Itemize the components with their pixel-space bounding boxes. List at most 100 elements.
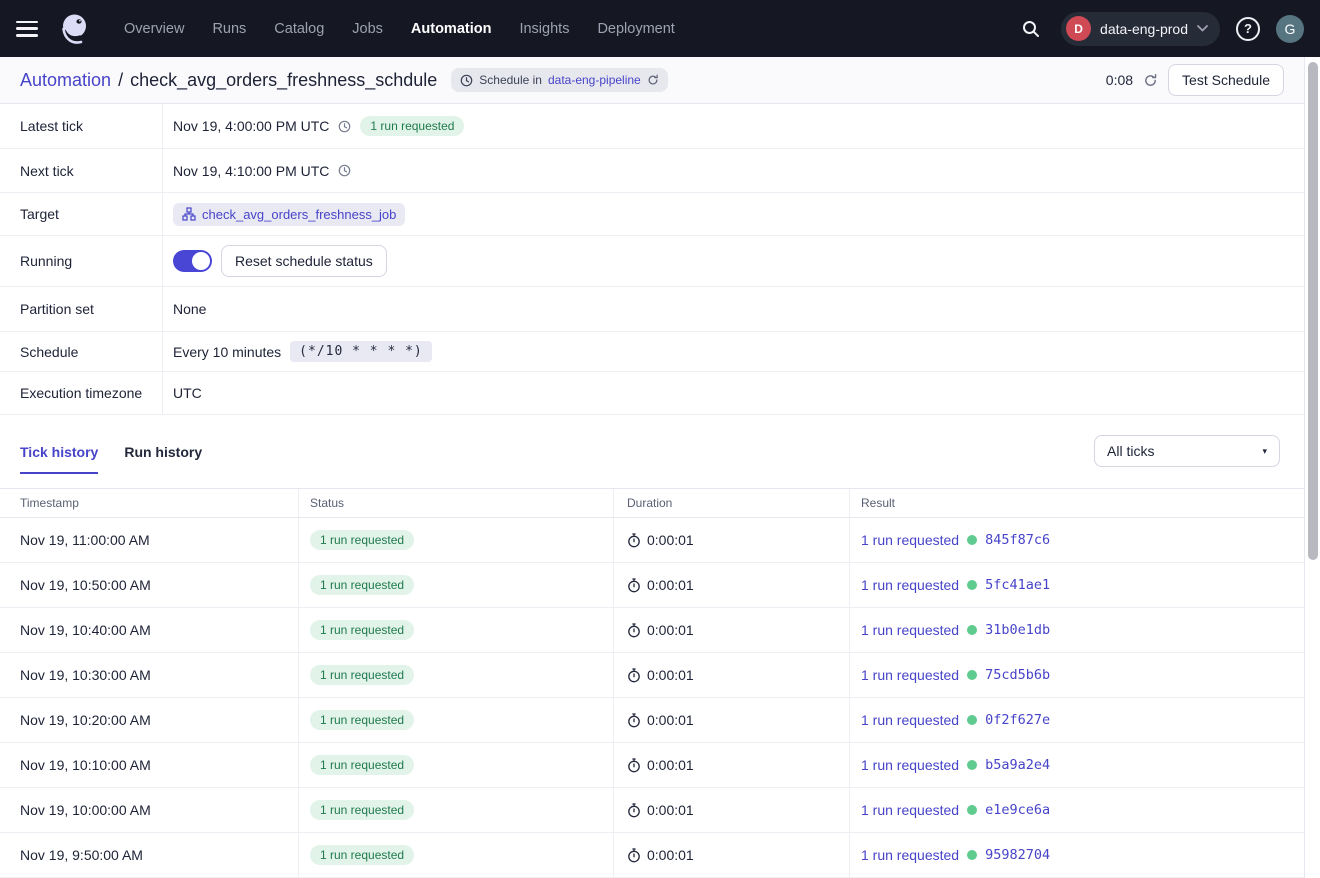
menu-icon[interactable] — [16, 21, 38, 37]
nav-item-deployment[interactable]: Deployment — [597, 21, 674, 37]
breadcrumb: Automation / check_avg_orders_freshness_… — [0, 57, 1304, 104]
run-id-link[interactable]: 95982704 — [985, 847, 1050, 863]
table-row: Nov 19, 9:50:00 AM 1 run requested 0:00:… — [0, 833, 1304, 878]
pipeline-link[interactable]: data-eng-pipeline — [548, 73, 641, 87]
run-id-link[interactable]: 0f2f627e — [985, 712, 1050, 728]
column-header-duration: Duration — [614, 489, 850, 517]
tick-timestamp: Nov 19, 9:50:00 AM — [0, 833, 299, 877]
table-row: Nov 19, 10:20:00 AM 1 run requested 0:00… — [0, 698, 1304, 743]
schedule-location-badge: Schedule in data-eng-pipeline — [451, 68, 667, 92]
search-icon[interactable] — [1017, 15, 1045, 43]
workspace-switcher[interactable]: D data-eng-prod — [1061, 12, 1220, 46]
tick-status-badge: 1 run requested — [310, 710, 414, 730]
workspace-initial-badge: D — [1066, 16, 1091, 41]
tick-history-table: Timestamp Status Duration Result Nov 19,… — [0, 488, 1304, 878]
tick-status-badge: 1 run requested — [310, 665, 414, 685]
stopwatch-icon — [627, 623, 641, 638]
tick-result-link[interactable]: 1 run requested — [861, 622, 959, 638]
nav-item-automation[interactable]: Automation — [411, 21, 492, 37]
header-actions: 0:08 Test Schedule — [1106, 64, 1284, 96]
tab-run-history[interactable]: Run history — [124, 444, 202, 474]
help-icon[interactable]: ? — [1236, 17, 1260, 41]
dagster-logo-icon[interactable] — [56, 10, 92, 48]
tick-duration: 0:00:01 — [647, 757, 694, 773]
schedule-details: Latest tick Nov 19, 4:00:00 PM UTC 1 run… — [0, 104, 1304, 415]
latest-tick-time: Nov 19, 4:00:00 PM UTC — [173, 118, 329, 134]
latest-tick-status-badge: 1 run requested — [360, 116, 464, 136]
tick-timestamp: Nov 19, 10:00:00 AM — [0, 788, 299, 832]
schedule-badge-prefix: Schedule in — [479, 73, 542, 87]
tick-timestamp: Nov 19, 10:50:00 AM — [0, 563, 299, 607]
detail-row-schedule: Schedule Every 10 minutes (*/10 * * * *) — [0, 332, 1304, 372]
run-status-dot — [967, 625, 977, 635]
tick-result-link[interactable]: 1 run requested — [861, 577, 959, 593]
run-id-link[interactable]: 75cd5b6b — [985, 667, 1050, 683]
run-status-dot — [967, 535, 977, 545]
tick-duration: 0:00:01 — [647, 802, 694, 818]
running-toggle[interactable] — [173, 250, 212, 272]
run-id-link[interactable]: 31b0e1db — [985, 622, 1050, 638]
nav-item-overview[interactable]: Overview — [124, 21, 184, 37]
tick-duration: 0:00:01 — [647, 532, 694, 548]
clock-icon — [338, 164, 351, 177]
nav-item-catalog[interactable]: Catalog — [274, 21, 324, 37]
avatar[interactable]: G — [1276, 15, 1304, 43]
run-status-dot — [967, 850, 977, 860]
tick-result-link[interactable]: 1 run requested — [861, 667, 959, 683]
table-row: Nov 19, 10:10:00 AM 1 run requested 0:00… — [0, 743, 1304, 788]
table-row: Nov 19, 10:40:00 AM 1 run requested 0:00… — [0, 608, 1304, 653]
tick-duration: 0:00:01 — [647, 847, 694, 863]
tick-status-badge: 1 run requested — [310, 845, 414, 865]
nav-items: Overview Runs Catalog Jobs Automation In… — [124, 21, 675, 37]
tick-status-badge: 1 run requested — [310, 800, 414, 820]
run-status-dot — [967, 670, 977, 680]
detail-label: Partition set — [0, 287, 163, 331]
nav-right-cluster: D data-eng-prod ? G — [1017, 12, 1304, 46]
tick-result-link[interactable]: 1 run requested — [861, 847, 959, 863]
run-id-link[interactable]: e1e9ce6a — [985, 802, 1050, 818]
column-header-result: Result — [850, 489, 1304, 517]
tick-status-badge: 1 run requested — [310, 575, 414, 595]
refresh-icon[interactable] — [1143, 73, 1158, 88]
detail-label: Running — [0, 236, 163, 286]
column-header-timestamp: Timestamp — [0, 489, 299, 517]
run-status-dot — [967, 580, 977, 590]
test-schedule-button[interactable]: Test Schedule — [1168, 64, 1284, 96]
stopwatch-icon — [627, 803, 641, 818]
cron-expression-badge: (*/10 * * * *) — [290, 341, 432, 362]
table-header: Timestamp Status Duration Result — [0, 489, 1304, 518]
run-id-link[interactable]: b5a9a2e4 — [985, 757, 1050, 773]
table-row: Nov 19, 10:30:00 AM 1 run requested 0:00… — [0, 653, 1304, 698]
detail-label: Execution timezone — [0, 372, 163, 414]
table-row: Nov 19, 11:00:00 AM 1 run requested 0:00… — [0, 518, 1304, 563]
schedule-description: Every 10 minutes — [173, 344, 281, 360]
nav-item-runs[interactable]: Runs — [212, 21, 246, 37]
page-content: Automation / check_avg_orders_freshness_… — [0, 57, 1305, 878]
run-status-dot — [967, 760, 977, 770]
tick-result-link[interactable]: 1 run requested — [861, 757, 959, 773]
tick-result-link[interactable]: 1 run requested — [861, 802, 959, 818]
run-id-link[interactable]: 5fc41ae1 — [985, 577, 1050, 593]
table-row: Nov 19, 10:00:00 AM 1 run requested 0:00… — [0, 788, 1304, 833]
tick-status-badge: 1 run requested — [310, 530, 414, 550]
stopwatch-icon — [627, 758, 641, 773]
tab-tick-history[interactable]: Tick history — [20, 444, 98, 474]
detail-row-next-tick: Next tick Nov 19, 4:10:00 PM UTC — [0, 149, 1304, 193]
detail-label: Target — [0, 193, 163, 235]
nav-item-insights[interactable]: Insights — [519, 21, 569, 37]
reset-schedule-status-button[interactable]: Reset schedule status — [221, 245, 387, 277]
tick-filter-select[interactable]: All ticks ▾ — [1094, 435, 1280, 467]
nav-item-jobs[interactable]: Jobs — [352, 21, 383, 37]
run-id-link[interactable]: 845f87c6 — [985, 532, 1050, 548]
table-row: Nov 19, 10:50:00 AM 1 run requested 0:00… — [0, 563, 1304, 608]
run-status-dot — [967, 715, 977, 725]
tick-filter-value: All ticks — [1107, 443, 1154, 459]
tick-status-badge: 1 run requested — [310, 620, 414, 640]
stopwatch-icon — [627, 713, 641, 728]
breadcrumb-automation-link[interactable]: Automation — [20, 70, 111, 91]
tick-result-link[interactable]: 1 run requested — [861, 712, 959, 728]
tick-result-link[interactable]: 1 run requested — [861, 532, 959, 548]
vertical-scrollbar[interactable] — [1308, 62, 1318, 560]
target-job-link[interactable]: check_avg_orders_freshness_job — [173, 203, 405, 226]
tick-timestamp: Nov 19, 10:40:00 AM — [0, 608, 299, 652]
